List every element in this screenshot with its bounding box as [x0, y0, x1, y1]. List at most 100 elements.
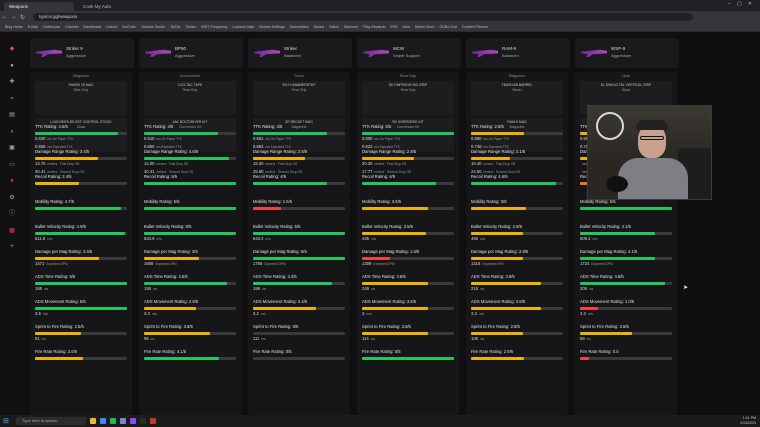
stat-unit: meters · First Drop Off — [47, 161, 80, 166]
stat-number: 13.70 — [35, 160, 46, 166]
bookmark-item[interactable]: Linked — [106, 25, 117, 29]
bookmark-item[interactable]: Dashboard — [84, 25, 102, 29]
stat-block: ADS Time Rating: 4.3/5 198 ms — [253, 274, 345, 293]
stat-unit: ms — [586, 336, 591, 341]
url-field[interactable]: typical.gg/weapons — [33, 13, 693, 21]
bookmark-item[interactable]: Channel — [65, 25, 78, 29]
bookmark-item[interactable]: Clubhouse — [43, 25, 60, 29]
system-tray[interactable]: 1:41 PM 1/13/2024 — [740, 416, 756, 426]
stat-number: 0.748 — [471, 143, 482, 149]
stat-block: Mobility Rating: 3/5 — [471, 199, 563, 210]
rating-bar — [253, 157, 345, 160]
fire-icon[interactable]: ♦ — [9, 178, 16, 185]
app-icon[interactable] — [150, 418, 156, 424]
weapon-card[interactable]: WSP-9 Aggressive — [575, 38, 679, 68]
weapon-role: Aggressive — [175, 53, 195, 58]
file-explorer-icon[interactable] — [90, 418, 96, 424]
bookmark-item[interactable]: Stream Settings — [259, 25, 285, 29]
list-icon[interactable]: ▤ — [9, 112, 16, 119]
obs-icon[interactable] — [140, 418, 146, 424]
browser-tab-weapons[interactable]: Weapons — [4, 2, 74, 11]
stat-value: 59 ms — [580, 335, 672, 343]
back-icon[interactable]: ← — [0, 14, 9, 20]
stat-value: 95 ms — [144, 335, 236, 343]
stat-block: ADS Time Rating: 4.5/5 195 ms — [144, 274, 236, 293]
bookmark-item[interactable]: Blog Home — [5, 25, 23, 29]
attachment-card[interactable]: TIDEIN AB BARREL Barrel — [471, 81, 563, 115]
stat-value: 13.70 meters · First Drop Off — [35, 160, 127, 168]
stat-number: 3.3 — [144, 310, 150, 316]
stat-value: 18.30 meters · First Drop Off — [253, 160, 345, 168]
add-icon[interactable]: + — [9, 244, 16, 251]
bookmark-item[interactable]: EPA — [390, 25, 397, 29]
bookmark-item[interactable]: Loadout Data — [232, 25, 254, 29]
attachment-card[interactable]: SH-H HAMMERSTEP Rear Grip — [253, 81, 345, 115]
stat-number: 436 — [362, 235, 369, 241]
bookmark-item[interactable]: YouTube — [122, 25, 136, 29]
bookmark-item[interactable]: E-Mail — [28, 25, 38, 29]
trend-icon[interactable]: ≈ — [9, 96, 16, 103]
rating-bar — [362, 232, 454, 235]
bookmark-item[interactable]: MSIT Frequency — [201, 25, 228, 29]
weapon-card[interactable]: MCW Sniper Support — [357, 38, 461, 68]
attachment-card[interactable]: SD EMPEROR 500 GRIP Rear Grip — [362, 81, 454, 115]
news-icon[interactable]: ▣ — [9, 145, 16, 152]
twitch-icon[interactable] — [130, 418, 136, 424]
bookmark-item[interactable]: Twitter — [185, 25, 196, 29]
weapons-icon[interactable]: ▦ — [9, 228, 16, 235]
weapon-role: Balanced — [284, 53, 301, 58]
bookmark-item[interactable]: TikTok — [170, 25, 180, 29]
bookmark-item[interactable]: Twitch — [329, 25, 339, 29]
controller-icon[interactable]: ▭ — [9, 162, 16, 169]
taskbar-search-input[interactable]: Type here to search — [16, 417, 86, 425]
bookmark-item[interactable]: Jobs — [402, 25, 410, 29]
home-icon[interactable]: ● — [9, 63, 16, 70]
windows-start-icon[interactable]: ⊞ — [3, 418, 10, 425]
reload-icon[interactable]: ↻ — [18, 14, 27, 21]
discord-icon[interactable] — [120, 418, 126, 424]
bookmark-item[interactable]: Subscribers — [290, 25, 309, 29]
loadout-icon[interactable]: ✚ — [9, 79, 16, 86]
rating-bar — [144, 182, 236, 185]
stat-block: ADS Time Rating: 3.8/5 215 ms — [471, 274, 563, 293]
chrome-icon[interactable] — [100, 418, 106, 424]
attachment-card[interactable]: CXG-TAC TAPE Rear Grip — [144, 81, 236, 115]
bookmark-item[interactable]: Content Planner — [462, 25, 488, 29]
weapon-column: Magazine SHARK 25 MAG Blue Only LOCKHEED 85… — [30, 72, 132, 415]
rating-bar — [471, 207, 563, 210]
stat-number: 249 — [362, 285, 369, 291]
browser-tab-cook-my-auto[interactable]: Cook My Auto — [78, 2, 148, 11]
forward-icon[interactable]: → — [9, 14, 18, 20]
weapon-card[interactable]: RAM-9 Balanced — [466, 38, 570, 68]
bookmark-item[interactable]: Youtube Studio — [141, 25, 165, 29]
spotify-icon[interactable] — [110, 418, 116, 424]
stat-label: TTK Rating: 5/5 — [362, 124, 392, 129]
weapon-card[interactable]: Striker Balanced — [248, 38, 352, 68]
attachment-card[interactable]: SHARK 25 MAG Blue Only — [35, 81, 127, 115]
stat-value: 114 ms — [362, 335, 454, 343]
stat-unit: m/s — [366, 311, 372, 316]
stat-unit: ms On Paper TTK — [265, 136, 292, 141]
bookmark-item[interactable]: Play Rewards — [363, 25, 385, 29]
bookmark-item[interactable]: Merch Store — [415, 25, 435, 29]
bookmark-item[interactable]: Saved — [314, 25, 324, 29]
stat-label: Damage per Mag Rating: 3.5/5 — [35, 249, 93, 254]
stat-unit: m/s — [47, 236, 53, 241]
brand-logo-icon[interactable]: ◆ — [9, 46, 16, 53]
stat-label: Bullet Velocity Rating: 3.5/5 — [362, 224, 413, 229]
stat-number: 205 — [580, 285, 587, 291]
stat-number: 0.651 — [253, 135, 264, 141]
bookmark-item[interactable]: GDBs Gnd — [440, 25, 457, 29]
window-controls[interactable]: –▢✕ — [728, 1, 758, 7]
rating-bar — [362, 157, 454, 160]
stat-block: ADS Movement Rating: 2.8/5 3.3 m/s — [144, 299, 236, 318]
bookmark-item[interactable]: Warzone — [344, 25, 358, 29]
stat-label: Recoil Rating: 5/5 — [144, 174, 178, 179]
info-icon[interactable]: ⓘ — [9, 211, 16, 218]
search-icon[interactable]: ⌕ — [9, 129, 16, 136]
stat-block: ADS Time Rating: 4.6/5 205 ms — [580, 274, 672, 293]
settings-icon[interactable]: ⚙ — [9, 195, 16, 202]
weapon-card[interactable]: BP50 Aggressive — [139, 38, 243, 68]
weapon-card[interactable]: Striker 9 Aggressive — [30, 38, 134, 68]
stat-unit: Expected DPM — [373, 261, 395, 266]
